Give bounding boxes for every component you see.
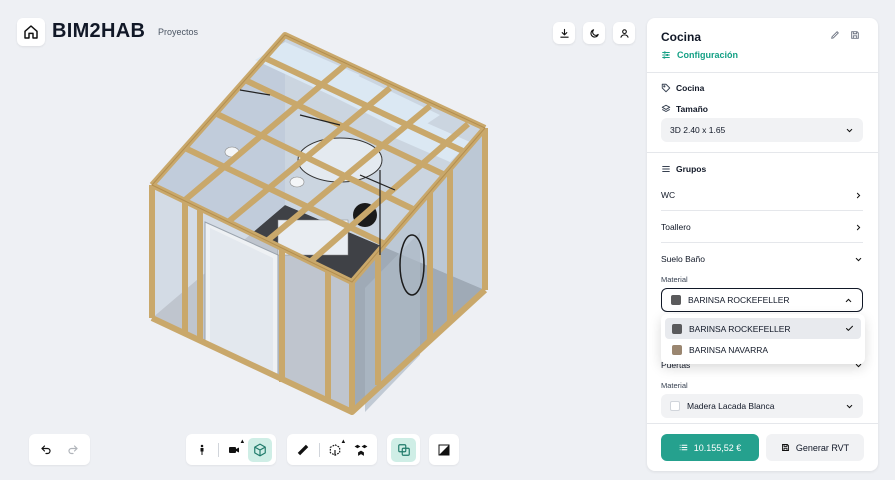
cubes-icon xyxy=(354,444,368,456)
color-swatch xyxy=(672,323,682,334)
3d-viewport[interactable] xyxy=(130,20,510,430)
cube-icon xyxy=(254,443,266,456)
view-toolbar: ▲ xyxy=(186,434,276,465)
download-icon xyxy=(559,28,569,38)
color-swatch xyxy=(672,344,682,355)
chevron-down-icon xyxy=(846,404,853,408)
configuration-panel: Cocina Configuración Cocina Tamaño 3D 2.… xyxy=(647,18,878,471)
chevron-right-icon xyxy=(856,192,861,198)
camera-button[interactable]: ▲ xyxy=(223,438,247,462)
puertas-material-value: Madera Lacada Blanca xyxy=(687,401,775,411)
video-camera-icon xyxy=(229,446,240,453)
3d-view-button[interactable] xyxy=(248,437,273,462)
tag-icon xyxy=(661,83,671,93)
caret-up-icon: ▲ xyxy=(239,438,246,445)
theme-toggle-button[interactable] xyxy=(583,22,605,44)
config-tab[interactable]: Configuración xyxy=(661,50,738,60)
copy-squares-icon xyxy=(397,443,410,456)
name-label: Cocina xyxy=(676,83,705,93)
layers-toolbar xyxy=(387,434,420,465)
generate-label: Generar RVT xyxy=(795,442,850,453)
color-swatch xyxy=(670,401,680,411)
history-toolbar xyxy=(29,434,90,465)
chevron-right-icon xyxy=(856,224,861,230)
undo-icon xyxy=(41,444,51,454)
material-dropdown-menu: BARINSA ROCKEFELLER BARINSA NAVARRA xyxy=(661,314,865,364)
check-icon xyxy=(845,325,854,331)
group-label: Suelo Baño xyxy=(661,254,705,264)
size-value: 3D 2.40 x 1.65 xyxy=(670,125,726,135)
materials-toolbar xyxy=(429,434,459,465)
layers-icon xyxy=(661,104,671,112)
measure-button[interactable] xyxy=(291,438,315,462)
user-button[interactable] xyxy=(613,22,635,44)
option-label: BARINSA NAVARRA xyxy=(689,344,769,355)
ruler-icon xyxy=(297,444,309,455)
redo-button[interactable] xyxy=(61,438,87,462)
redo-icon xyxy=(68,444,78,454)
section-box-button[interactable]: ▲ xyxy=(324,438,348,462)
panel-title: Cocina xyxy=(661,30,702,44)
suelo-material-value: BARINSA ROCKEFELLER xyxy=(688,295,790,305)
home-icon xyxy=(24,25,38,39)
size-section: Tamaño xyxy=(661,104,708,114)
save-icon[interactable] xyxy=(850,30,860,40)
download-button[interactable] xyxy=(553,22,575,44)
moon-icon xyxy=(589,28,599,38)
material-label: Material xyxy=(661,275,688,284)
price-label: 10.155,52 € xyxy=(693,442,742,453)
chevron-down-icon xyxy=(855,257,862,261)
price-button[interactable]: 10.155,52 € xyxy=(661,434,759,461)
group-label: WC xyxy=(661,190,676,200)
caret-up-icon: ▲ xyxy=(340,438,347,445)
box-section-icon xyxy=(330,443,341,456)
groups-label: Grupos xyxy=(676,164,707,174)
dropdown-option-rockefeller[interactable]: BARINSA ROCKEFELLER xyxy=(665,318,861,339)
material-view-button[interactable] xyxy=(433,438,455,462)
groups-section: Grupos xyxy=(661,164,706,174)
group-row-toallero[interactable]: Toallero xyxy=(661,217,863,237)
user-icon xyxy=(619,28,629,38)
sliders-icon xyxy=(662,166,670,172)
pencil-icon[interactable] xyxy=(830,30,840,40)
sliders-icon xyxy=(662,51,670,59)
group-row-wc[interactable]: WC xyxy=(661,185,863,205)
name-section: Cocina xyxy=(661,83,704,93)
chevron-up-icon xyxy=(845,298,852,302)
puertas-material-select[interactable]: Madera Lacada Blanca xyxy=(661,394,863,418)
size-label: Tamaño xyxy=(676,104,708,114)
material-label: Material xyxy=(661,381,688,390)
bathroom-3d-model xyxy=(149,32,488,415)
config-label: Configuración xyxy=(677,50,738,60)
chevron-down-icon xyxy=(846,128,853,132)
suelo-material-select[interactable]: BARINSA ROCKEFELLER xyxy=(661,288,863,312)
explode-view-button[interactable] xyxy=(349,438,373,462)
save-icon xyxy=(781,444,789,451)
undo-button[interactable] xyxy=(33,438,59,462)
layers-button[interactable] xyxy=(391,437,416,462)
dropdown-option-navarra[interactable]: BARINSA NAVARRA xyxy=(665,339,861,360)
group-row-suelo-bano[interactable]: Suelo Baño xyxy=(661,249,863,269)
walk-mode-button[interactable] xyxy=(190,438,214,462)
generate-rvt-button[interactable]: Generar RVT xyxy=(766,434,864,461)
color-swatch xyxy=(671,295,681,305)
option-label: BARINSA ROCKEFELLER xyxy=(689,323,791,334)
list-icon xyxy=(679,444,688,451)
tools-toolbar: ▲ xyxy=(287,434,377,465)
person-icon xyxy=(200,444,204,455)
size-select[interactable]: 3D 2.40 x 1.65 xyxy=(661,118,863,142)
checker-icon xyxy=(438,444,450,455)
group-label: Toallero xyxy=(661,222,691,232)
home-button[interactable] xyxy=(17,18,45,46)
